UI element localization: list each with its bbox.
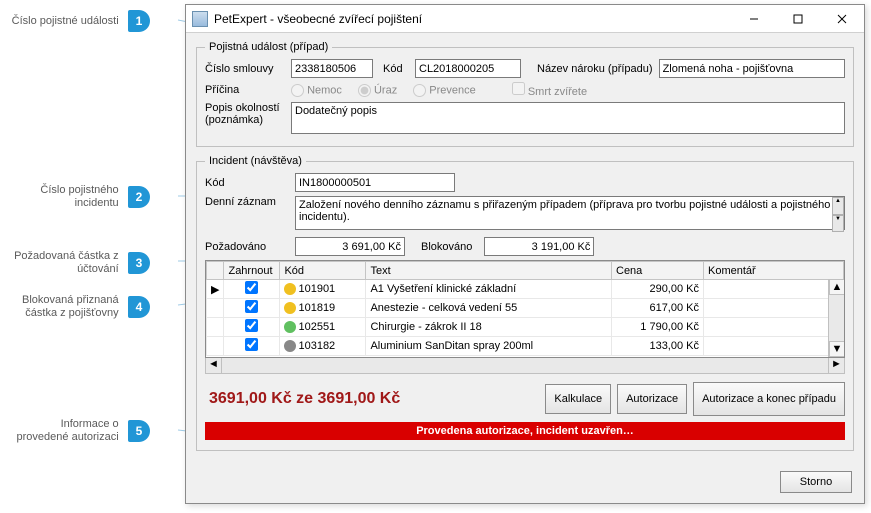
- col-price[interactable]: Cena: [612, 262, 704, 280]
- col-code[interactable]: Kód: [280, 262, 366, 280]
- callout-1-text: Číslo pojistné události: [12, 15, 119, 27]
- item-price: 133,00 Kč: [612, 337, 704, 356]
- summary-amount: 3691,00 Kč ze 3691,00 Kč: [205, 390, 539, 408]
- include-checkbox[interactable]: [245, 338, 258, 351]
- col-comment[interactable]: Komentář: [704, 262, 844, 280]
- table-row[interactable]: 102551 Chirurgie - zákrok II 181 790,00 K…: [207, 318, 844, 337]
- item-icon: [284, 283, 296, 295]
- callout-3-text: Požadovaná částka z účtování: [9, 250, 119, 276]
- callout-5-text: Informace o provedené autorizaci: [9, 418, 119, 444]
- item-text: Anestezie - celková vedení 55: [366, 299, 612, 318]
- storno-button[interactable]: Storno: [780, 471, 852, 493]
- cause-label: Příčina: [205, 84, 285, 96]
- scroll-right[interactable]: ►: [828, 358, 844, 373]
- items-table[interactable]: Zahrnout Kód Text Cena Komentář ▶ 101901 A…: [206, 261, 844, 356]
- item-price: 290,00 Kč: [612, 280, 704, 299]
- minimize-button[interactable]: [732, 5, 776, 33]
- item-price: 1 790,00 Kč: [612, 318, 704, 337]
- death-checkbox[interactable]: Smrt zvířete: [512, 82, 587, 98]
- callout-5-num: 5: [128, 420, 150, 442]
- item-text: Chirurgie - zákrok II 18: [366, 318, 612, 337]
- auth-end-button[interactable]: Autorizace a konec případu: [693, 382, 845, 416]
- status-bar: Provedena autorizace, incident uzavřen…: [205, 422, 845, 440]
- item-price: 617,00 Kč: [612, 299, 704, 318]
- callout-4: Blokovaná přiznaná částka z pojišťovny 4: [0, 294, 150, 320]
- include-checkbox[interactable]: [245, 281, 258, 294]
- table-row[interactable]: ▶ 101901 A1 Vyšetření klinické základní290…: [207, 280, 844, 299]
- callout-2: Číslo pojistného incidentu 2: [0, 184, 150, 210]
- window-title: PetExpert - všeobecné zvířecí pojištení: [214, 12, 732, 26]
- maximize-button[interactable]: [776, 5, 820, 33]
- incident-code-label: Kód: [205, 177, 289, 189]
- cause-illness[interactable]: Nemoc: [291, 84, 342, 97]
- item-text: Aluminium SanDitan spray 200ml: [366, 337, 612, 356]
- case-group: Pojistná událost (případ) Číslo smlouvy …: [196, 41, 854, 147]
- item-code: 102551: [298, 321, 335, 333]
- item-text: A1 Vyšetření klinické základní: [366, 280, 612, 299]
- include-checkbox[interactable]: [245, 319, 258, 332]
- item-icon: [284, 302, 296, 314]
- callout-4-text: Blokovaná přiznaná částka z pojišťovny: [9, 294, 119, 320]
- col-include[interactable]: Zahrnout: [224, 262, 280, 280]
- cause-injury[interactable]: Úraz: [358, 84, 397, 97]
- contract-label: Číslo smlouvy: [205, 63, 285, 75]
- auth-button[interactable]: Autorizace: [617, 384, 687, 414]
- claim-label: Název nároku (případu): [537, 63, 653, 75]
- desc-textarea[interactable]: Dodatečný popis: [291, 102, 845, 134]
- incident-code-input[interactable]: [295, 173, 455, 192]
- item-comment: [704, 337, 844, 356]
- requested-label: Požadováno: [205, 241, 289, 253]
- callout-2-text: Číslo pojistného incidentu: [9, 184, 119, 210]
- blocked-input[interactable]: [484, 237, 594, 256]
- calc-button[interactable]: Kalkulace: [545, 384, 611, 414]
- callout-1-num: 1: [128, 10, 150, 32]
- table-row[interactable]: 101819 Anestezie - celková vedení 55617,0…: [207, 299, 844, 318]
- row-indicator: ▶: [207, 280, 224, 299]
- item-comment: [704, 299, 844, 318]
- blocked-label: Blokováno: [421, 241, 472, 253]
- daily-label: Denní záznam: [205, 196, 289, 208]
- callout-4-num: 4: [128, 296, 150, 318]
- row-indicator: [207, 337, 224, 356]
- v-scrollbar[interactable]: ▲▼: [828, 279, 844, 357]
- callout-5: Informace o provedené autorizaci 5: [0, 418, 150, 444]
- incident-group: Incident (návštěva) Kód Denní záznam Zal…: [196, 155, 854, 451]
- include-checkbox[interactable]: [245, 300, 258, 313]
- item-icon: [284, 340, 296, 352]
- case-legend: Pojistná událost (případ): [205, 41, 332, 53]
- close-button[interactable]: [820, 5, 864, 33]
- callout-1: Číslo pojistné události 1: [0, 10, 150, 32]
- case-code-input[interactable]: [415, 59, 521, 78]
- case-code-label: Kód: [383, 63, 409, 75]
- item-comment: [704, 280, 844, 299]
- requested-input[interactable]: [295, 237, 405, 256]
- callout-3-num: 3: [128, 252, 150, 274]
- contract-input[interactable]: [291, 59, 373, 78]
- scroll-left[interactable]: ◄: [206, 358, 222, 373]
- col-text[interactable]: Text: [366, 262, 612, 280]
- item-code: 101819: [298, 302, 335, 314]
- cause-prevention[interactable]: Prevence: [413, 84, 476, 97]
- item-code: 101901: [298, 283, 335, 295]
- app-window: PetExpert - všeobecné zvířecí pojištení …: [185, 4, 865, 504]
- table-row[interactable]: 103182 Aluminium SanDitan spray 200ml133,…: [207, 337, 844, 356]
- titlebar[interactable]: PetExpert - všeobecné zvířecí pojištení: [186, 5, 864, 33]
- incident-legend: Incident (návštěva): [205, 155, 306, 167]
- callout-3: Požadovaná částka z účtování 3: [0, 250, 150, 276]
- app-icon: [192, 11, 208, 27]
- items-table-wrap: Zahrnout Kód Text Cena Komentář ▶ 101901 A…: [205, 260, 845, 358]
- desc-label: Popis okolností (poznámka): [205, 102, 285, 126]
- daily-scroll[interactable]: ▲▼: [832, 197, 844, 232]
- item-code: 103182: [298, 340, 335, 352]
- row-indicator: [207, 299, 224, 318]
- item-icon: [284, 321, 296, 333]
- daily-textarea[interactable]: Založení nového denního záznamu s přiřaz…: [295, 196, 845, 230]
- row-indicator: [207, 318, 224, 337]
- item-comment: [704, 318, 844, 337]
- claim-input[interactable]: [659, 59, 845, 78]
- callout-2-num: 2: [128, 186, 150, 208]
